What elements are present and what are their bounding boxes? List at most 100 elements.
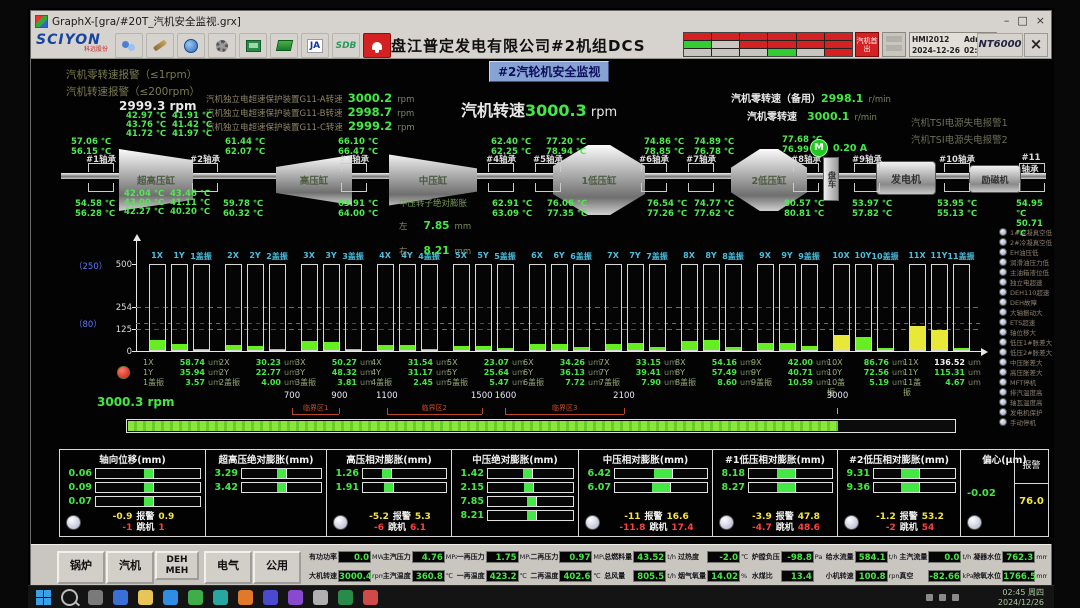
telemetry-label: 二再温度 bbox=[530, 572, 559, 580]
toolbar-gear-button[interactable] bbox=[208, 33, 236, 58]
alarm-grid-cell[interactable] bbox=[797, 49, 824, 56]
panel-trip-limits: -4.7跳机48.6 bbox=[737, 520, 835, 533]
vibration-bar-fill bbox=[346, 349, 361, 350]
toolbar-sdb-button[interactable]: SDB bbox=[332, 33, 360, 58]
eccentric-right-column: 报警76.0 bbox=[1014, 450, 1048, 536]
alarm-grid-cell[interactable] bbox=[797, 41, 824, 48]
alarm-grid-cell[interactable] bbox=[768, 33, 795, 40]
vibration-bar-label: 3盖振 bbox=[342, 251, 364, 262]
toolbar-globe-button[interactable] bbox=[177, 33, 205, 58]
vibration-bar-label: 9X bbox=[759, 251, 771, 260]
nav-button-4[interactable]: 电气 bbox=[204, 551, 252, 584]
nav-button-1[interactable]: 锅炉 bbox=[57, 551, 105, 584]
vibration-bar-label: 11Y bbox=[931, 251, 948, 260]
taskbar-app-icon-9[interactable] bbox=[288, 590, 303, 605]
chart-ytick-mark bbox=[132, 264, 136, 265]
maximize-button[interactable]: □ bbox=[1017, 13, 1027, 28]
alarm-grid-cell[interactable] bbox=[768, 41, 795, 48]
alarm-lamp-icon bbox=[999, 348, 1007, 356]
taskbar-app-icon-8[interactable] bbox=[263, 590, 278, 605]
system-tray[interactable] bbox=[926, 594, 959, 601]
first-out-alarm-button[interactable]: 汽机首出 bbox=[855, 32, 879, 57]
alarm-grid-cell[interactable] bbox=[740, 49, 767, 56]
vibration-value-cell: 4Y31.17um bbox=[371, 368, 449, 378]
toolbar-tools-button[interactable] bbox=[146, 33, 174, 58]
alarm-list-item: DEH110超速 bbox=[999, 287, 1049, 297]
toolbar-users-button[interactable] bbox=[115, 33, 143, 58]
alarm-item-label: 高压胀差大 bbox=[1010, 367, 1043, 377]
taskbar-app-icon-4[interactable] bbox=[163, 590, 178, 605]
panels-row: 轴向位移(mm)0.060.090.07-0.9报警0.9-1跳机1超高压绝对膨… bbox=[59, 449, 1049, 537]
taskbar-app-icon-3[interactable] bbox=[138, 590, 153, 605]
telemetry-cell: 除氧水位1766.5mm bbox=[973, 567, 1047, 584]
vibration-bar-fill bbox=[454, 346, 469, 350]
telemetry-cell: 给水流量584.1t/h bbox=[826, 548, 900, 565]
panel-value: 1.91 bbox=[329, 482, 359, 493]
taskbar-app-icon-2[interactable] bbox=[113, 590, 128, 605]
vibration-bar-fill bbox=[954, 348, 969, 350]
exit-button[interactable]: × bbox=[1024, 33, 1048, 57]
alarm-grid-cell[interactable] bbox=[740, 33, 767, 40]
toolbar-ja-button[interactable]: JA bbox=[301, 33, 329, 58]
close-button[interactable]: × bbox=[1036, 13, 1045, 28]
vibration-value-cell: 5Y25.64um bbox=[447, 368, 525, 378]
bearing-bracket-bottom bbox=[341, 183, 367, 192]
nav-button-2[interactable]: 汽机 bbox=[106, 551, 154, 584]
exciter: 励磁机 bbox=[969, 165, 1021, 193]
nav-button-3[interactable]: DEHMEH bbox=[155, 551, 199, 580]
panel-bar bbox=[95, 482, 201, 493]
vibration-value-cell: 7盖振7.90um bbox=[599, 378, 677, 388]
start-button[interactable] bbox=[36, 590, 51, 605]
taskbar-clock[interactable]: 02:45 周四 2024/12/26 bbox=[998, 588, 1044, 608]
nt6000-brand: NT6000 bbox=[977, 33, 1023, 57]
panel-value: 0.06 bbox=[62, 468, 92, 479]
minimize-button[interactable]: – bbox=[1004, 13, 1010, 28]
alarm-grid-cell[interactable] bbox=[768, 49, 795, 56]
alarm-grid-cell[interactable] bbox=[712, 41, 739, 48]
search-icon[interactable] bbox=[61, 589, 78, 606]
taskbar-app-icon-12[interactable] bbox=[363, 590, 378, 605]
bearing-temp-bottom: 76.06 ℃77.35 ℃ bbox=[547, 199, 587, 219]
alarm-grid-cell[interactable] bbox=[684, 49, 711, 56]
toolbar-book-button[interactable] bbox=[270, 33, 298, 58]
taskbar-app-icon-5[interactable] bbox=[188, 590, 203, 605]
vibration-bar-label: 8X bbox=[683, 251, 695, 260]
taskbar-app-icon-7[interactable] bbox=[238, 590, 253, 605]
alarm-grid-cell[interactable] bbox=[825, 33, 852, 40]
vibration-value-cell: 2X30.23um bbox=[219, 358, 297, 368]
telemetry-label: 一再温度 bbox=[457, 572, 486, 580]
toolbar-alarm-button[interactable] bbox=[363, 33, 391, 58]
alarm-item-label: DEH故障 bbox=[1010, 297, 1037, 307]
alarm-grid-cell[interactable] bbox=[825, 41, 852, 48]
alarm-grid-cell[interactable] bbox=[712, 33, 739, 40]
telemetry-value: -2.0 bbox=[707, 551, 740, 563]
panel-row: 1.26 bbox=[329, 467, 447, 480]
taskbar-app-icon-1[interactable] bbox=[88, 590, 103, 605]
alarm-grid-cell[interactable] bbox=[684, 41, 711, 48]
bearing-bracket-bottom bbox=[688, 183, 714, 192]
alarm-grid-cell[interactable] bbox=[740, 41, 767, 48]
telemetry-label: 除氧水位 bbox=[973, 572, 1002, 580]
alarm-grid-cell[interactable] bbox=[825, 49, 852, 56]
taskbar-app-icon-10[interactable] bbox=[313, 590, 328, 605]
toolbar-monitor-button[interactable] bbox=[239, 33, 267, 58]
nav-button-5[interactable]: 公用 bbox=[253, 551, 301, 584]
vibration-value-cell: 3盖振3.81um bbox=[295, 378, 373, 388]
alarm-grid-cell[interactable] bbox=[712, 49, 739, 56]
bearing-temp-top: 74.86 ℃78.85 ℃ bbox=[644, 137, 684, 157]
telemetry-value: 584.1 bbox=[855, 551, 888, 563]
alarm-grid-cell[interactable] bbox=[684, 33, 711, 40]
book-icon bbox=[275, 40, 292, 51]
vibration-value-cell: 3Y48.32um bbox=[295, 368, 373, 378]
alarm-lamp-icon bbox=[999, 258, 1007, 266]
alarm-item-label: 手动停机 bbox=[1010, 417, 1036, 427]
vibration-bar bbox=[269, 264, 286, 351]
taskbar-app-icon-6[interactable] bbox=[213, 590, 228, 605]
taskbar-app-icon-11[interactable] bbox=[338, 590, 353, 605]
alarm-status-grid[interactable] bbox=[683, 32, 853, 57]
alarm-grid-cell[interactable] bbox=[797, 33, 824, 40]
vibration-value-cell: 1盖振3.57um bbox=[143, 378, 221, 388]
alarm-lamp-icon bbox=[999, 368, 1007, 376]
vibration-value-cell: 1Y35.94um bbox=[143, 368, 221, 378]
panel-2: 超高压绝对膨胀(mm)3.293.42 bbox=[206, 450, 327, 536]
